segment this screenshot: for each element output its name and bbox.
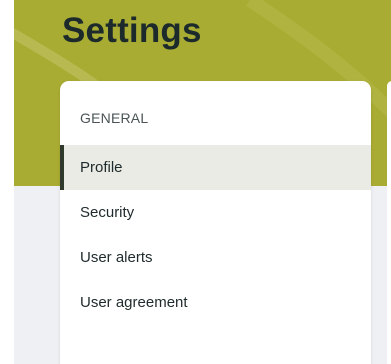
nav-item-user-agreement[interactable]: User agreement [60,280,371,325]
nav-item-label: User agreement [80,294,188,311]
left-edge [0,0,14,364]
settings-nav-card: GENERAL Profile Security User alerts Use… [60,81,371,364]
settings-page: Settings GENERAL Profile Security User a… [0,0,391,364]
page-title: Settings [62,11,202,50]
content-card-edge [387,81,391,364]
nav-item-profile[interactable]: Profile [60,145,371,190]
settings-nav-list: Profile Security User alerts User agreem… [60,145,371,325]
nav-item-security[interactable]: Security [60,190,371,235]
nav-item-label: User alerts [80,249,153,266]
nav-item-label: Profile [80,159,123,176]
nav-item-label: Security [80,204,135,221]
nav-item-user-alerts[interactable]: User alerts [60,235,371,280]
section-heading-general: GENERAL [80,110,149,126]
